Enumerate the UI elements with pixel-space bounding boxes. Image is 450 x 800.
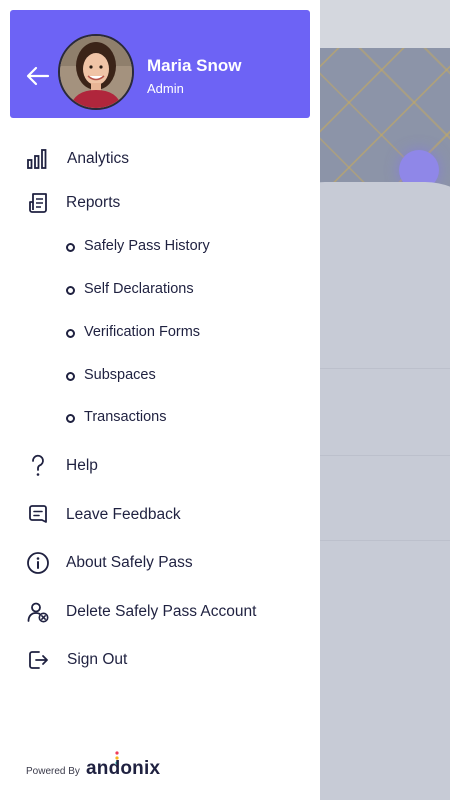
- bullet-icon: [66, 286, 75, 295]
- menu-label-leave-feedback: Leave Feedback: [66, 506, 181, 523]
- info-icon: [27, 552, 49, 574]
- menu-label-analytics: Analytics: [67, 150, 130, 167]
- profile-name: Maria Snow: [147, 56, 242, 75]
- submenu-label: Self Declarations: [84, 281, 194, 297]
- menu-item-analytics[interactable]: Analytics: [0, 140, 320, 178]
- submenu-label: Safely Pass History: [84, 238, 210, 254]
- submenu-label: Transactions: [84, 409, 167, 425]
- submenu-item-verification-forms[interactable]: Verification Forms: [0, 317, 320, 349]
- avatar[interactable]: [58, 34, 134, 110]
- submenu-item-safely-pass-history[interactable]: Safely Pass History: [0, 231, 320, 263]
- feedback-icon: [29, 505, 47, 523]
- menu-item-leave-feedback[interactable]: Leave Feedback: [0, 496, 320, 534]
- menu-label-sign-out: Sign Out: [67, 651, 128, 668]
- avatar-photo-icon: [60, 36, 132, 108]
- profile-role: Admin: [147, 81, 184, 96]
- sign-out-icon: [29, 651, 48, 669]
- bullet-icon: [66, 414, 75, 423]
- menu-item-delete-account[interactable]: Delete Safely Pass Account: [0, 593, 320, 631]
- submenu-label: Subspaces: [84, 367, 156, 383]
- navigation-drawer: Maria Snow Admin Analytics Reports Safel…: [0, 0, 320, 800]
- background-divider: [320, 540, 450, 541]
- submenu-item-transactions[interactable]: Transactions: [0, 402, 320, 434]
- andonix-logo: andonix: [86, 758, 161, 779]
- profile-header: Maria Snow Admin: [10, 10, 310, 118]
- bar-chart-icon: [27, 149, 47, 169]
- submenu-item-self-declarations[interactable]: Self Declarations: [0, 274, 320, 306]
- menu-item-reports[interactable]: Reports: [0, 184, 320, 222]
- menu-label-delete-account: Delete Safely Pass Account: [66, 603, 257, 620]
- background-divider: [320, 368, 450, 369]
- menu-label-help: Help: [66, 457, 98, 474]
- menu-label-about: About Safely Pass: [66, 554, 193, 571]
- bullet-icon: [66, 372, 75, 381]
- back-arrow-icon[interactable]: [26, 66, 50, 86]
- submenu-label: Verification Forms: [84, 324, 201, 340]
- report-document-icon: [29, 193, 47, 213]
- question-mark-icon: [32, 454, 44, 476]
- menu-label-reports: Reports: [66, 194, 121, 211]
- menu-item-help[interactable]: Help: [0, 447, 320, 485]
- delete-user-icon: [27, 602, 49, 623]
- powered-by-label: Powered By: [26, 766, 80, 777]
- menu-item-sign-out[interactable]: Sign Out: [0, 641, 320, 679]
- submenu-item-subspaces[interactable]: Subspaces: [0, 360, 320, 392]
- background-divider: [320, 455, 450, 456]
- bullet-icon: [66, 329, 75, 338]
- background-status-bar: [320, 0, 450, 48]
- bullet-icon: [66, 243, 75, 252]
- menu-item-about[interactable]: About Safely Pass: [0, 544, 320, 582]
